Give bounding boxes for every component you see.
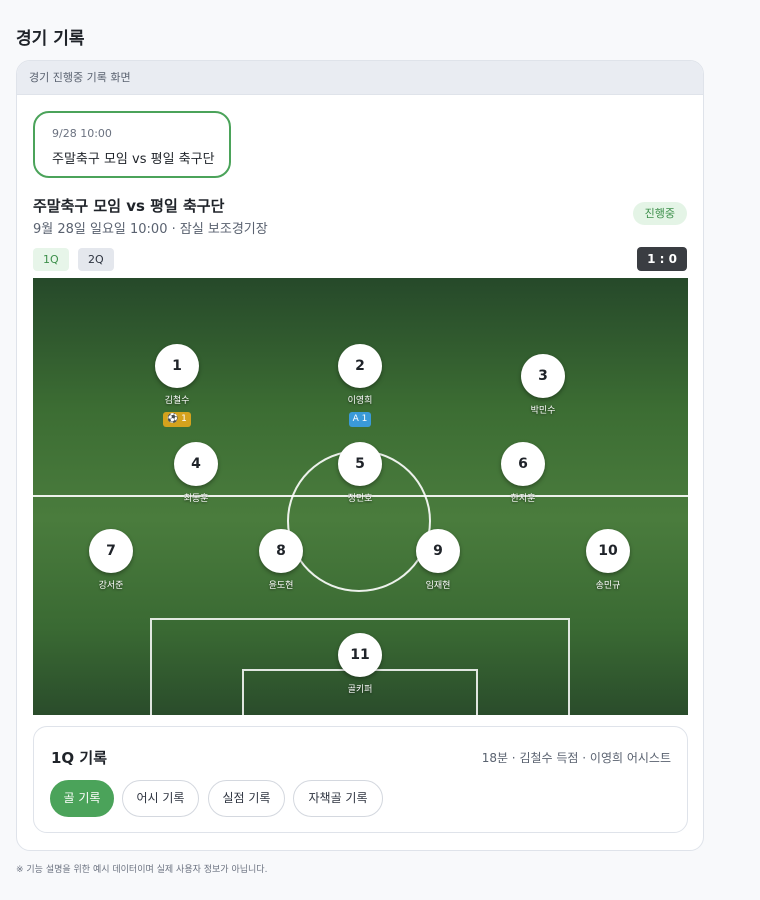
player-number: 1 xyxy=(155,344,199,388)
player-name: 이영희 xyxy=(347,396,373,406)
player-number: 11 xyxy=(338,633,382,677)
goal-badge: ⚽ 1 xyxy=(163,412,191,427)
player-5[interactable]: 5 정민호 xyxy=(320,442,400,504)
player-2[interactable]: 2 이영희 A 1 xyxy=(320,344,400,427)
record-summary: 18분 · 김철수 득점 · 이영희 어시스트 xyxy=(481,751,671,765)
player-name: 골키퍼 xyxy=(347,685,373,695)
player-1[interactable]: 1 김철수 ⚽ 1 xyxy=(137,344,217,427)
player-name: 강서준 xyxy=(98,581,124,591)
page-title: 경기 기록 xyxy=(16,29,85,49)
player-name: 임재현 xyxy=(425,581,451,591)
player-10[interactable]: 10 송민규 xyxy=(568,529,648,591)
match-chip-title: 주말축구 모임 vs 평일 축구단 xyxy=(52,152,215,167)
player-4[interactable]: 4 최동훈 xyxy=(156,442,236,504)
soccer-field: 1 김철수 ⚽ 1 2 이영희 A 1 3 박민수 4 최동훈 5 정민호 6 … xyxy=(33,278,688,715)
player-9[interactable]: 9 임재현 xyxy=(398,529,478,591)
player-name: 김철수 xyxy=(164,396,190,406)
match-chip-time: 9/28 10:00 xyxy=(52,127,112,140)
player-name: 윤도현 xyxy=(268,581,294,591)
tab-2q[interactable]: 2Q xyxy=(78,248,114,271)
score-badge: 1 : 0 xyxy=(637,247,687,271)
player-11-goalkeeper[interactable]: 11 골키퍼 xyxy=(320,633,400,695)
player-number: 9 xyxy=(416,529,460,573)
conceded-record-button[interactable]: 실점 기록 xyxy=(208,780,285,817)
player-name: 송민규 xyxy=(595,581,621,591)
player-number: 5 xyxy=(338,442,382,486)
player-number: 7 xyxy=(89,529,133,573)
match-title: 주말축구 모임 vs 평일 축구단 xyxy=(33,197,225,215)
record-title: 1Q 기록 xyxy=(51,749,108,767)
player-number: 6 xyxy=(501,442,545,486)
player-number: 2 xyxy=(338,344,382,388)
player-name: 한지훈 xyxy=(510,494,536,504)
match-chip[interactable]: 9/28 10:00 주말축구 모임 vs 평일 축구단 xyxy=(33,111,231,178)
player-name: 정민호 xyxy=(347,494,373,504)
player-6[interactable]: 6 한지훈 xyxy=(483,442,563,504)
status-badge: 진행중 xyxy=(632,202,687,225)
assist-record-button[interactable]: 어시 기록 xyxy=(122,780,199,817)
disclaimer: ※ 기능 설명을 위한 예시 데이터이며 실제 사용자 정보가 아닙니다. xyxy=(16,865,268,875)
goal-record-button[interactable]: 골 기록 xyxy=(50,780,114,817)
player-number: 10 xyxy=(586,529,630,573)
tab-1q[interactable]: 1Q xyxy=(33,248,69,271)
card-header: 경기 진행중 기록 화면 xyxy=(17,61,703,95)
player-number: 3 xyxy=(521,354,565,398)
match-meta: 9월 28일 일요일 10:00 · 잠실 보조경기장 xyxy=(33,222,268,237)
player-number: 8 xyxy=(259,529,303,573)
quarter-record-panel: 1Q 기록 18분 · 김철수 득점 · 이영희 어시스트 골 기록 어시 기록… xyxy=(33,726,688,833)
player-3[interactable]: 3 박민수 xyxy=(503,354,583,416)
own-goal-record-button[interactable]: 자책골 기록 xyxy=(293,780,383,817)
match-record-card: 경기 진행중 기록 화면 9/28 10:00 주말축구 모임 vs 평일 축구… xyxy=(16,60,704,851)
player-7[interactable]: 7 강서준 xyxy=(71,529,151,591)
assist-badge: A 1 xyxy=(348,412,372,427)
player-number: 4 xyxy=(174,442,218,486)
player-name: 박민수 xyxy=(530,406,556,416)
player-name: 최동훈 xyxy=(183,494,209,504)
player-8[interactable]: 8 윤도현 xyxy=(241,529,321,591)
